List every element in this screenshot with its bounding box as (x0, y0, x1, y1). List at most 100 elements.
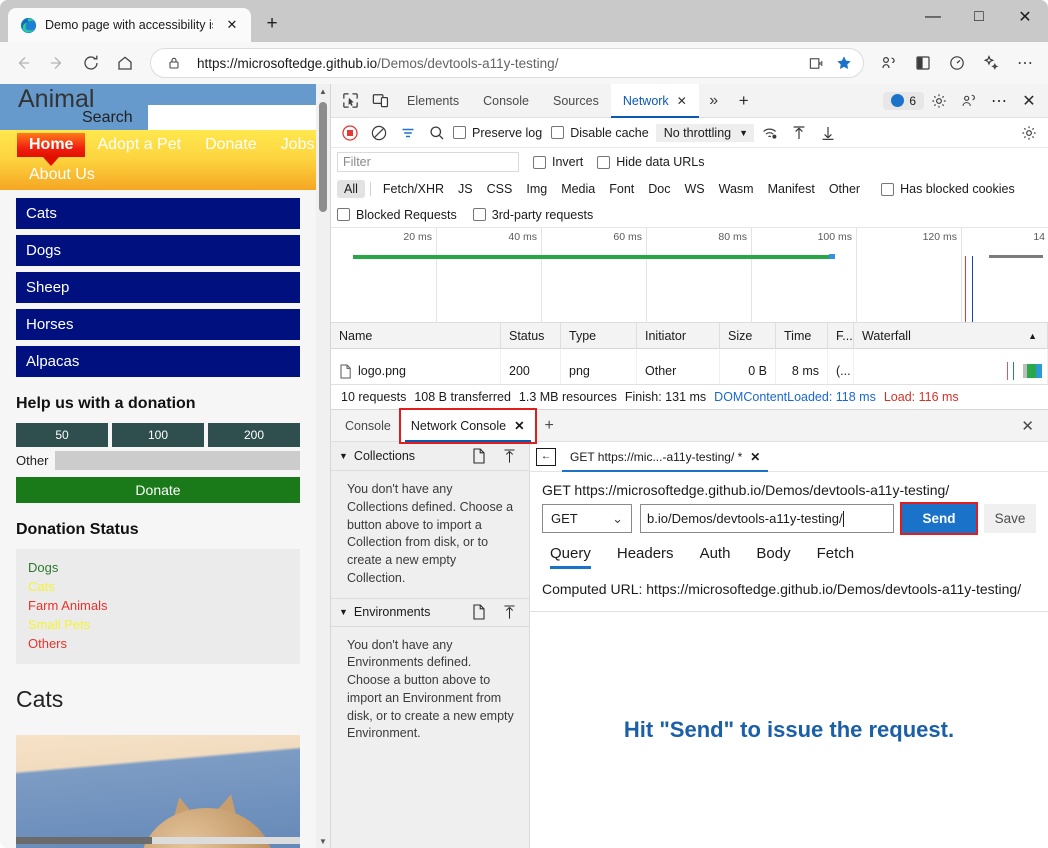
devtools-tab-network-close-icon[interactable]: ✕ (677, 94, 687, 108)
column-name[interactable]: Name (331, 322, 501, 349)
hide-data-urls-box[interactable] (597, 155, 611, 169)
third-party-requests-box[interactable] (472, 208, 486, 221)
close-window-button[interactable]: ✕ (1002, 0, 1048, 34)
send-button[interactable]: Send (902, 504, 976, 533)
close-devtools-icon[interactable]: ✕ (1014, 87, 1044, 115)
nav-item-jobs[interactable]: Jobs (269, 133, 316, 157)
blocked-requests-checkbox[interactable]: Blocked Requests (337, 208, 457, 222)
animal-link-alpacas[interactable]: Alpacas (16, 346, 300, 377)
browser-tab-close-icon[interactable]: ✕ (221, 14, 243, 36)
scroll-down-icon[interactable]: ▼ (316, 834, 330, 848)
device-emulation-icon[interactable] (365, 87, 395, 115)
collapse-sidebar-icon[interactable]: ← (536, 447, 556, 466)
disable-cache-checkbox[interactable]: Disable cache (551, 126, 649, 140)
third-party-requests-checkbox[interactable]: 3rd-party requests (472, 208, 593, 222)
column-waterfall[interactable]: Waterfall ▲ (854, 322, 1048, 349)
browser-more-icon[interactable]: ⋯ (1008, 46, 1042, 80)
browser-tab[interactable]: Demo page with accessibility iss ✕ (8, 8, 251, 42)
page-vertical-scrollbar[interactable]: ▲ ▼ (316, 84, 330, 848)
clear-icon[interactable] (366, 121, 392, 145)
drawer-tab-console[interactable]: Console (335, 410, 401, 442)
scroll-thumb[interactable] (319, 102, 327, 212)
blocked-requests-box[interactable] (337, 208, 350, 221)
nav-item-adopt-a-pet[interactable]: Adopt a Pet (85, 133, 193, 157)
http-method-select[interactable]: GET ⌄ (542, 504, 632, 533)
type-filter-media[interactable]: Media (554, 180, 602, 198)
animal-link-cats[interactable]: Cats (16, 198, 300, 229)
settings-gear-icon[interactable] (924, 87, 954, 115)
animal-link-dogs[interactable]: Dogs (16, 235, 300, 266)
devtools-tab-network[interactable]: Network ✕ (610, 83, 699, 118)
request-tab-close-icon[interactable]: ✕ (750, 450, 760, 464)
column-size[interactable]: Size (720, 322, 776, 349)
invert-checkbox[interactable]: Invert (533, 155, 583, 169)
record-stop-icon[interactable] (337, 121, 363, 145)
import-environment-icon[interactable] (497, 601, 521, 623)
animal-link-sheep[interactable]: Sheep (16, 272, 300, 303)
hide-data-urls-checkbox[interactable]: Hide data URLs (597, 155, 705, 169)
home-icon[interactable] (108, 46, 142, 80)
read-aloud-icon[interactable] (803, 50, 829, 76)
more-options-icon[interactable]: ⋯ (984, 87, 1014, 115)
import-collection-icon[interactable] (497, 445, 521, 467)
column-status[interactable]: Status (501, 322, 561, 349)
devtools-tab-console[interactable]: Console (471, 84, 541, 118)
minimize-button[interactable]: — (910, 0, 956, 34)
request-url-input[interactable]: b.io/Demos/devtools-a11y-testing/ (640, 504, 894, 533)
donation-amount-100[interactable]: 100 (112, 423, 204, 447)
network-filter-input[interactable]: Filter (337, 152, 519, 172)
new-collection-icon[interactable] (467, 445, 491, 467)
type-filter-fetch-xhr[interactable]: Fetch/XHR (376, 180, 451, 198)
environments-section-header[interactable]: ▼ Environments (331, 597, 529, 627)
save-button[interactable]: Save (984, 504, 1036, 533)
column-initiator[interactable]: Initiator (637, 322, 720, 349)
environments-caret-icon[interactable]: ▼ (339, 607, 348, 617)
request-tab-query[interactable]: Query (542, 541, 599, 569)
type-filter-css[interactable]: CSS (480, 180, 520, 198)
network-conditions-icon[interactable] (757, 121, 783, 145)
nav-item-home[interactable]: Home (17, 133, 86, 166)
column-time[interactable]: Time (776, 322, 828, 349)
donation-amount-200[interactable]: 200 (208, 423, 300, 447)
drawer-tab-network-console[interactable]: Network Console ✕ (398, 407, 537, 444)
drawer-tab-close-icon[interactable]: ✕ (514, 418, 524, 433)
type-filter-ws[interactable]: WS (677, 180, 711, 198)
back-icon[interactable] (6, 46, 40, 80)
request-tab-body[interactable]: Body (748, 541, 798, 569)
type-filter-manifest[interactable]: Manifest (761, 180, 822, 198)
table-row-clipped[interactable] (331, 349, 1048, 358)
type-filter-other[interactable]: Other (822, 180, 867, 198)
has-blocked-cookies-checkbox[interactable]: Has blocked cookies (881, 182, 1015, 196)
has-blocked-cookies-box[interactable] (881, 182, 895, 196)
scroll-up-icon[interactable]: ▲ (316, 84, 330, 98)
donation-other-input[interactable] (54, 451, 300, 470)
maximize-button[interactable]: □ (956, 0, 1002, 34)
request-tab-auth[interactable]: Auth (692, 541, 739, 569)
animal-link-horses[interactable]: Horses (16, 309, 300, 340)
network-overview[interactable]: 20 ms 40 ms 60 ms 80 ms 100 ms 120 ms 14 (331, 228, 1048, 323)
export-har-icon[interactable] (815, 121, 841, 145)
invert-box[interactable] (533, 155, 546, 169)
nav-item-about-us[interactable]: About Us (17, 163, 107, 187)
type-filter-wasm[interactable]: Wasm (712, 180, 761, 198)
inspect-element-icon[interactable] (335, 87, 365, 115)
drawer-add-tab-icon[interactable]: + (535, 410, 564, 442)
new-tab-button[interactable]: + (257, 9, 287, 39)
favorite-star-icon[interactable] (831, 50, 857, 76)
column-f[interactable]: F... (828, 322, 854, 349)
nav-item-donate[interactable]: Donate (193, 133, 269, 157)
filter-icon[interactable] (395, 121, 421, 145)
donation-amount-50[interactable]: 50 (16, 423, 108, 447)
forward-icon[interactable] (40, 46, 74, 80)
column-type[interactable]: Type (561, 322, 637, 349)
table-row[interactable]: logo.png 200 png Other 0 B 8 ms (... (331, 358, 1048, 384)
devtools-tab-sources[interactable]: Sources (541, 84, 611, 118)
request-tab[interactable]: GET https://mic...-a11y-testing/ * ✕ (562, 442, 769, 472)
disable-cache-box[interactable] (551, 126, 565, 139)
add-panel-icon[interactable]: + (729, 87, 759, 115)
donate-button[interactable]: Donate (16, 477, 300, 503)
import-har-icon[interactable] (786, 121, 812, 145)
network-settings-gear-icon[interactable] (1016, 121, 1042, 145)
type-filter-font[interactable]: Font (602, 180, 641, 198)
preserve-log-box[interactable] (453, 126, 466, 139)
